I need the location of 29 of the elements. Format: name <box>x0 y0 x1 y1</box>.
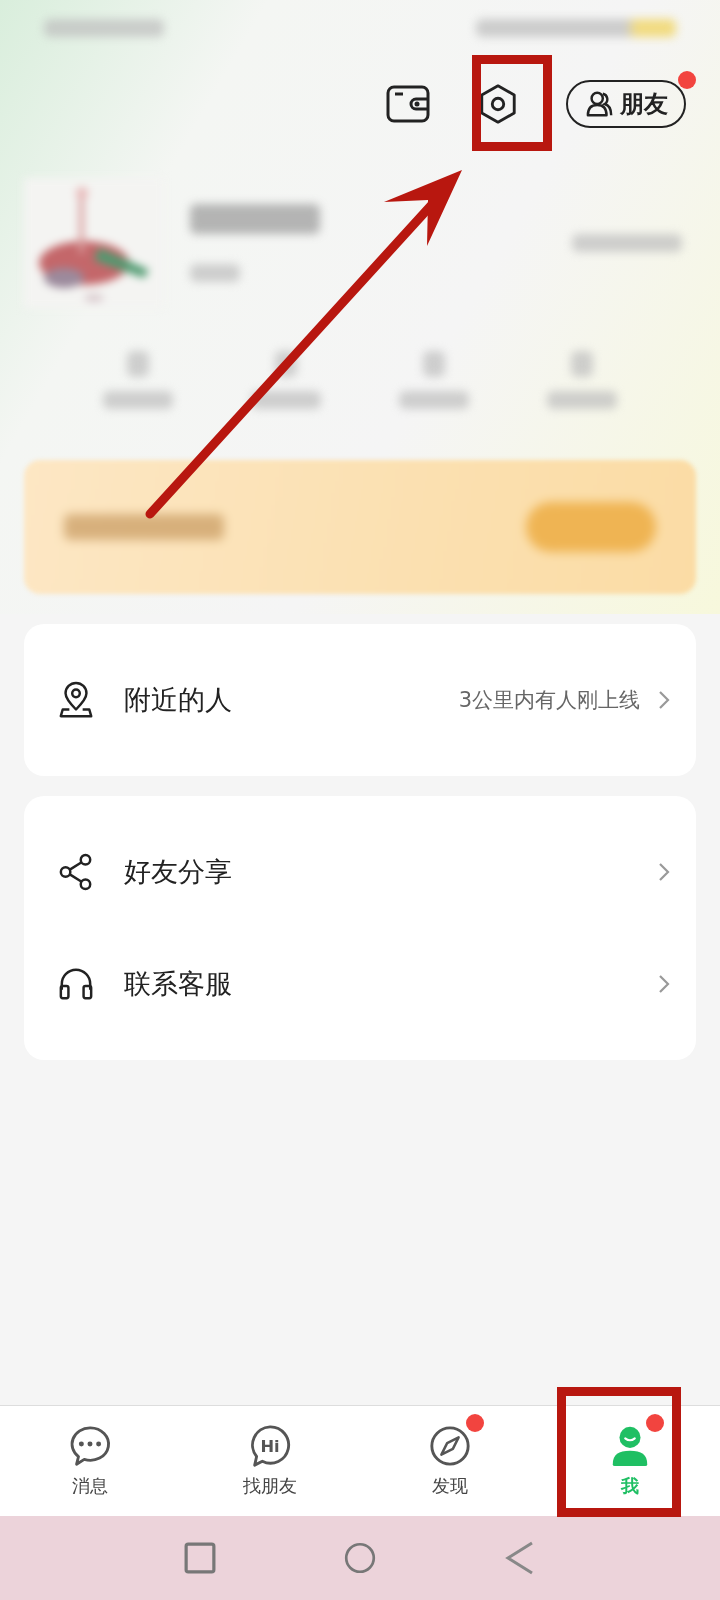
wallet-icon[interactable] <box>386 83 430 125</box>
blurred-count <box>127 351 149 377</box>
share-icon <box>58 853 94 891</box>
people-icon <box>586 90 614 118</box>
blurred-label <box>547 391 617 409</box>
chevron-icon <box>658 974 670 994</box>
chevron-icon <box>658 690 670 710</box>
chat-bubble-icon <box>68 1424 112 1468</box>
status-hint: 3公里内有人刚上线 <box>458 687 640 714</box>
blurred-count <box>571 351 593 377</box>
notification-dot <box>466 1414 484 1432</box>
notification-dot <box>646 1414 664 1432</box>
home-icon[interactable] <box>344 1541 376 1575</box>
compass-icon <box>428 1424 472 1468</box>
menu-item[interactable]: 联系客服 <box>24 928 696 1040</box>
friends-button[interactable]: 朋友 <box>566 80 686 128</box>
recent-apps-icon[interactable] <box>184 1541 216 1575</box>
menu-item[interactable]: 附近的人 3公里内有人刚上线 <box>24 644 696 756</box>
chevron-icon <box>658 862 670 882</box>
menu-item[interactable]: 好友分享 <box>24 816 696 928</box>
blurred-subtitle <box>190 264 240 282</box>
blurred-label <box>399 391 469 409</box>
location-pin-icon <box>58 681 94 719</box>
tab-item[interactable]: 发现 <box>360 1406 540 1516</box>
greeting-bubble-icon: Hi <box>248 1424 292 1468</box>
blurred-count <box>423 351 445 377</box>
tab-item[interactable]: 消息 <box>0 1406 180 1516</box>
tab-item[interactable]: Hi 找朋友 <box>180 1406 360 1516</box>
blurred-label <box>103 391 173 409</box>
